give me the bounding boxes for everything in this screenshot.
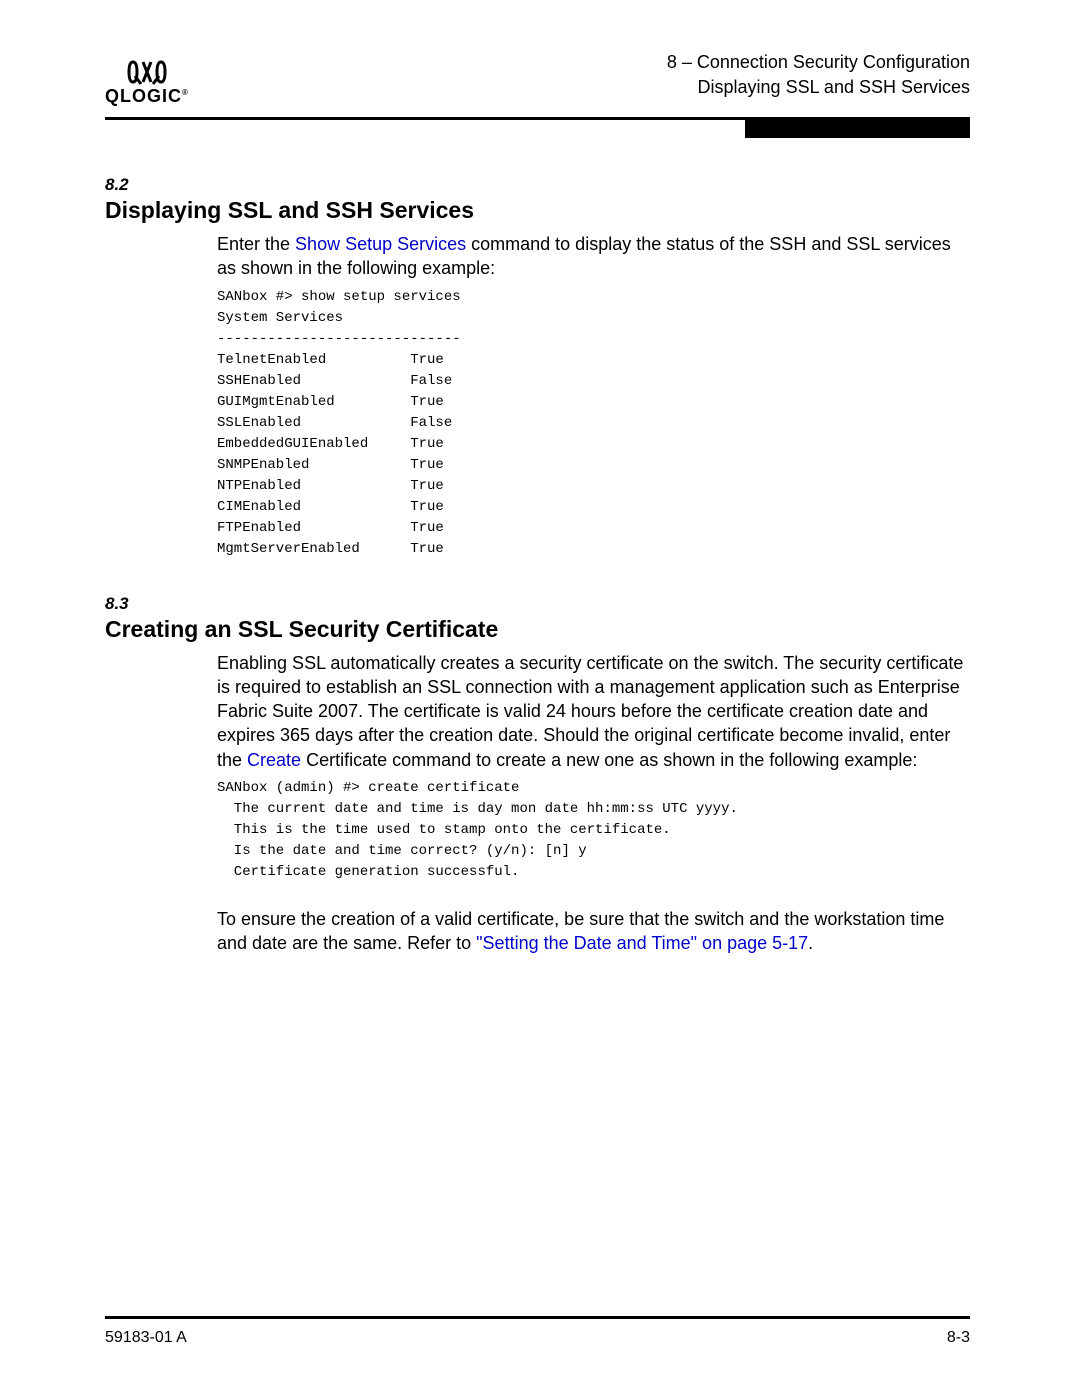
section-heading-8-2: Displaying SSL and SSH Services — [105, 197, 970, 224]
section-8-3: 8.3 Creating an SSL Security Certificate… — [105, 594, 970, 956]
show-setup-services-link[interactable]: Show Setup Services — [295, 234, 466, 254]
logo-text: QLOGIC® — [105, 86, 189, 107]
section-8-3-body: Enabling SSL automatically creates a sec… — [217, 651, 970, 956]
black-tab-bar — [745, 118, 970, 138]
section-number-8-3: 8.3 — [105, 594, 970, 614]
footer-page-number: 8-3 — [947, 1329, 970, 1347]
page-header: QLOGIC® 8 – Connection Security Configur… — [105, 50, 970, 107]
code-block-certificate: SANbox (admin) #> create certificate The… — [217, 778, 970, 883]
logo-registered-icon: ® — [182, 88, 189, 97]
section-8-2-intro: Enter the Show Setup Services command to… — [217, 232, 970, 281]
page-content: 8.2 Displaying SSL and SSH Services Ente… — [105, 175, 970, 956]
section-8-2-body: Enter the Show Setup Services command to… — [217, 232, 970, 560]
section-heading-8-3: Creating an SSL Security Certificate — [105, 616, 970, 643]
section-8-3-para1: Enabling SSL automatically creates a sec… — [217, 651, 970, 772]
create-link[interactable]: Create — [247, 750, 301, 770]
section-number-8-2: 8.2 — [105, 175, 970, 195]
setting-date-time-link[interactable]: "Setting the Date and Time" on page 5-17 — [476, 933, 808, 953]
header-right-text: 8 – Connection Security Configuration Di… — [667, 50, 970, 100]
logo-text-label: QLOGIC — [105, 86, 182, 106]
section-8-3-para2: To ensure the creation of a valid certif… — [217, 907, 970, 956]
qlogic-logo: QLOGIC® — [105, 58, 189, 107]
page-footer: 59183-01 A 8-3 — [105, 1316, 970, 1347]
para1-text-post: Certificate command to create a new one … — [301, 750, 917, 770]
header-chapter-title: 8 – Connection Security Configuration — [667, 50, 970, 75]
header-section-title: Displaying SSL and SSH Services — [667, 75, 970, 100]
logo-glyph-icon — [127, 58, 167, 86]
intro-text-pre: Enter the — [217, 234, 295, 254]
page-container: QLOGIC® 8 – Connection Security Configur… — [0, 0, 1080, 1397]
footer-doc-number: 59183-01 A — [105, 1329, 187, 1347]
code-block-services: SANbox #> show setup services System Ser… — [217, 287, 970, 560]
para2-text-post: . — [808, 933, 813, 953]
